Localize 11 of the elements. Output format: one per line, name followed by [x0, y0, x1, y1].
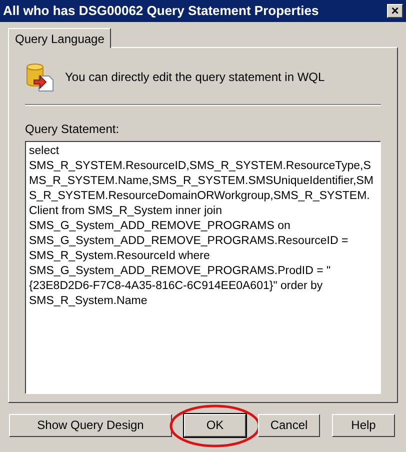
window-title: All who has DSG00062 Query Statement Properties: [3, 2, 319, 20]
dialog-button[interactable]: Show Query Design: [9, 414, 172, 436]
query-statement-field[interactable]: select SMS_R_SYSTEM.ResourceID,SMS_R_SYSTEM.ResourceType,SMS_R_SYSTEM.Name,SMS_R_SYSTEM.SMSUniqueIdentifier,SMS_R_SYSTEM.ResourceDomainORWorkgroup,SMS_R_SYSTEM.Client from SMS_R_System inner join SMS_G_System_ADD_REMOVE_PROGRAMS on SMS_G_System_ADD_REMOVE_PROGRAMS.ResourceID = SMS_R_System.ResourceId where SMS_G_System_ADD_REMOVE_PROGRAMS.ProdID = "{23E8D2D6-F7C8-4A35-816C-6C914EE0A601}" order by SMS_R_System.Name: [25, 141, 381, 394]
database-arrow-icon: [25, 62, 55, 92]
info-text: You can directly edit the query statement in WQL: [65, 69, 325, 86]
dialog-button[interactable]: OK: [184, 414, 246, 436]
tab[interactable]: Query Language: [8, 28, 112, 48]
close-button[interactable]: ×: [387, 4, 403, 18]
dialog-button[interactable]: Help: [332, 414, 395, 436]
dialog-button[interactable]: Cancel: [258, 414, 320, 436]
query-statement-label: Query Statement:: [25, 121, 120, 138]
